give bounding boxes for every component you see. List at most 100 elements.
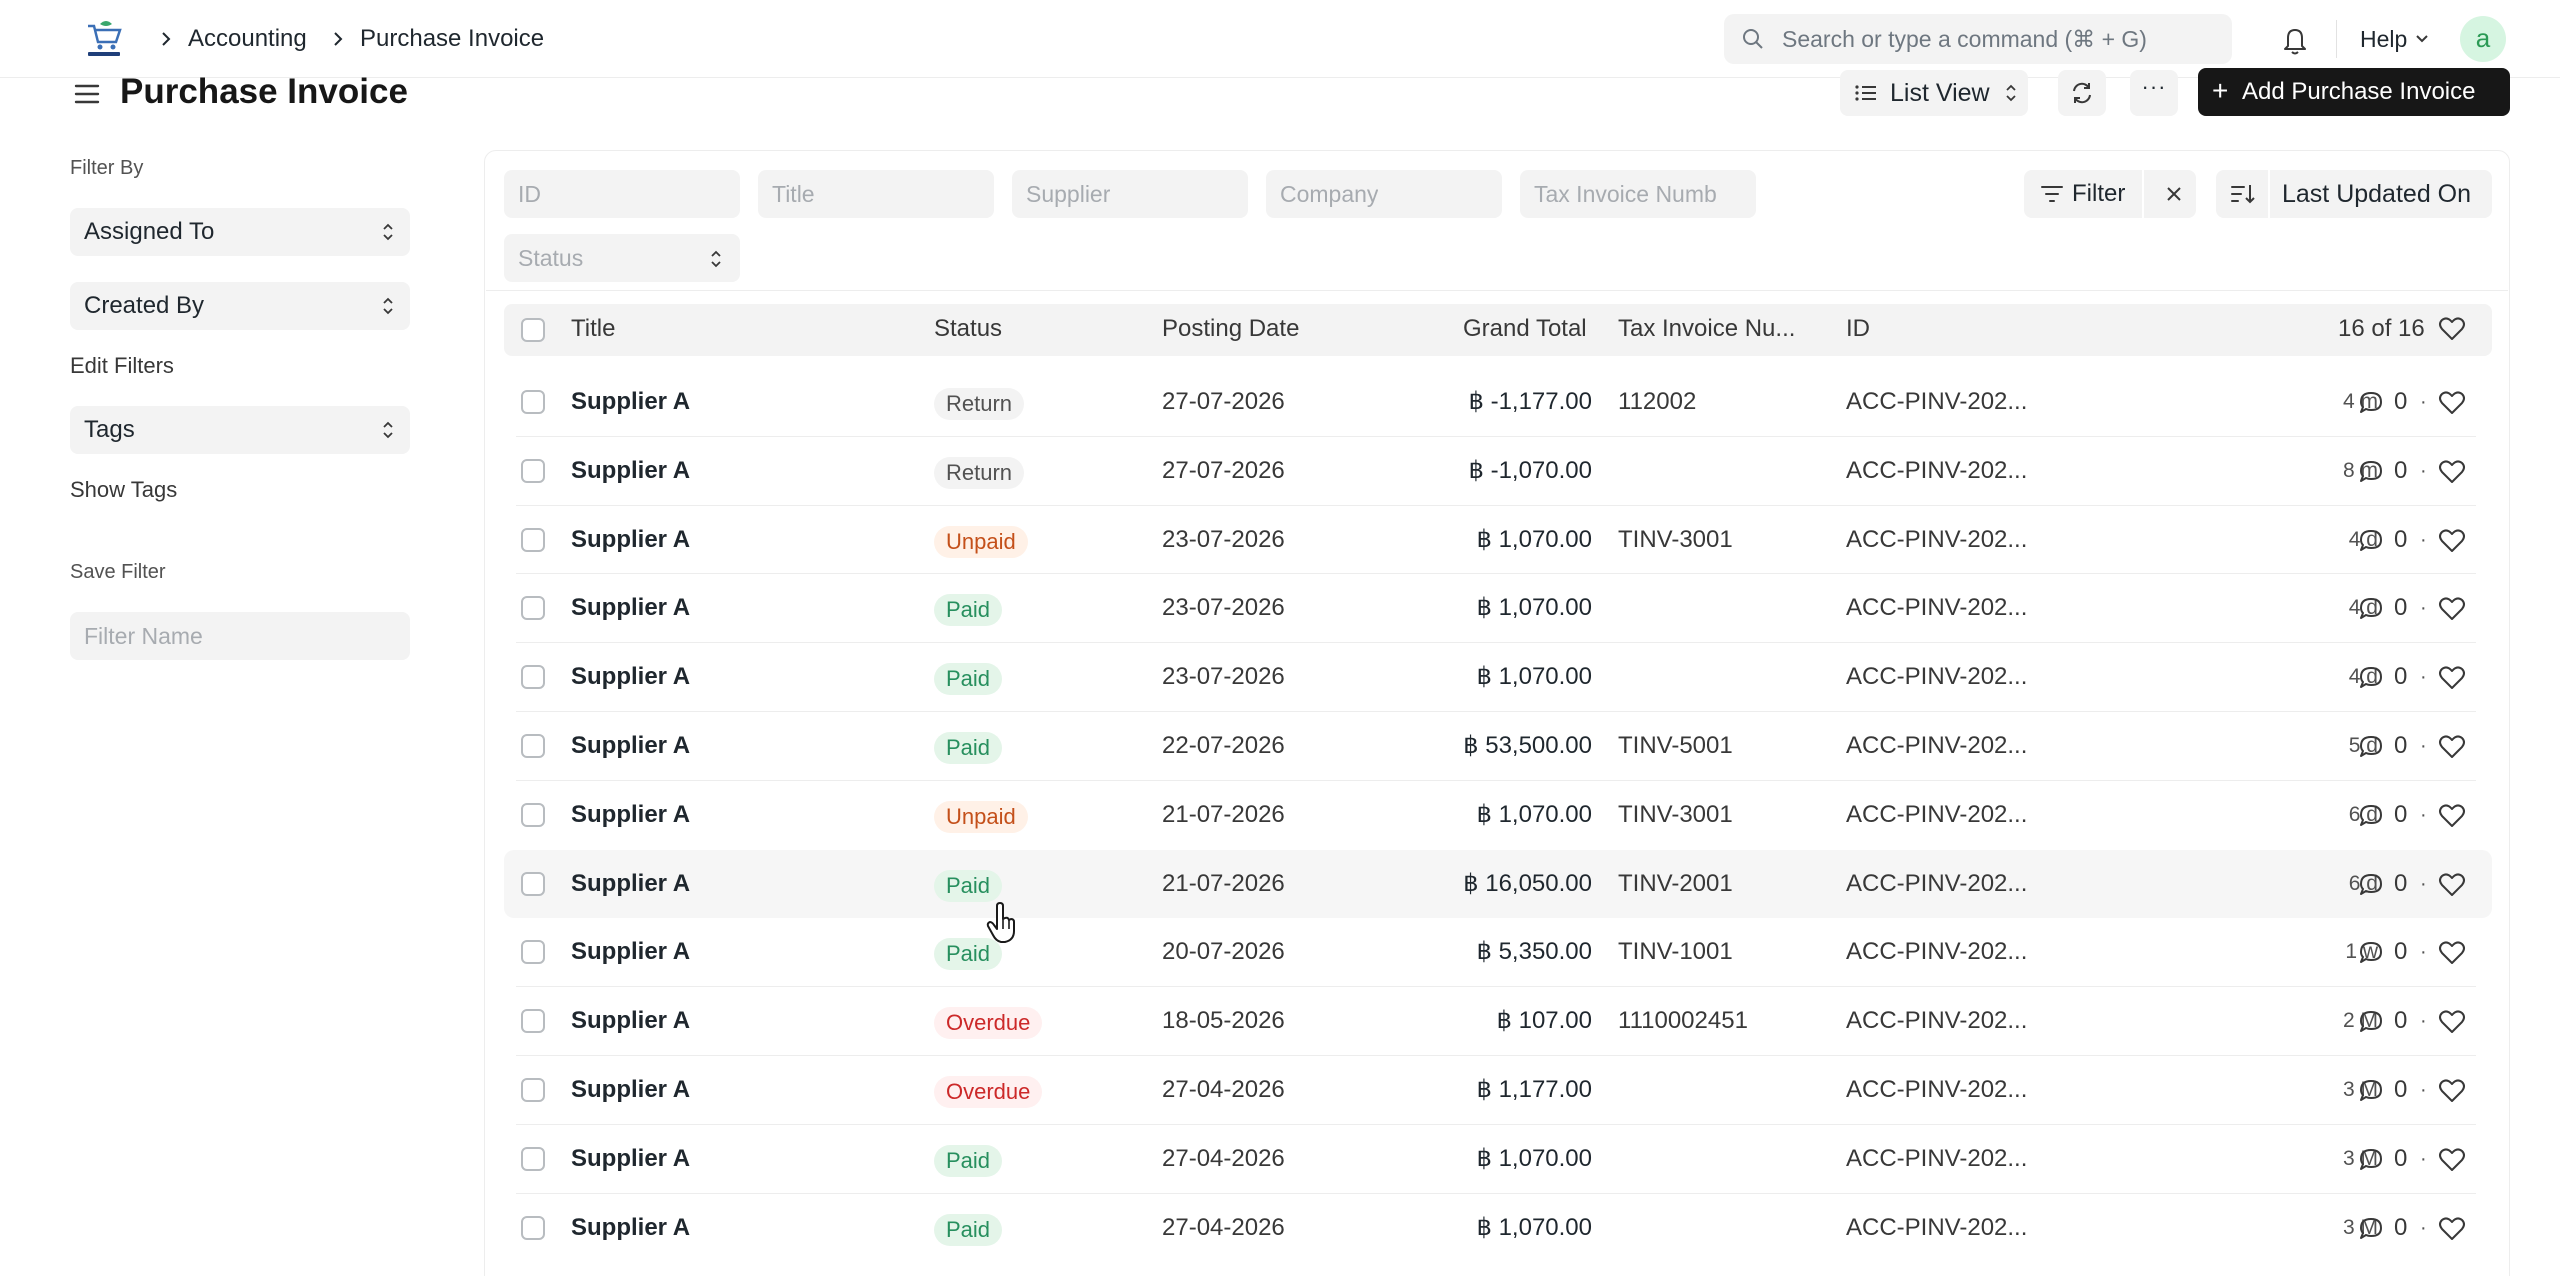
heart-icon[interactable] — [2438, 596, 2466, 622]
select-all-checkbox[interactable] — [521, 318, 545, 342]
heart-icon[interactable] — [2438, 316, 2466, 342]
more-options-button[interactable]: ··· — [2130, 70, 2178, 116]
table-row[interactable]: Supplier A Unpaid 23-07-2026 ฿ 1,070.00 TINV… — [504, 506, 2492, 574]
tax-invoice-filter-input[interactable]: Tax Invoice Numb — [1520, 170, 1756, 218]
table-row[interactable]: Supplier A Paid 27-04-2026 ฿ 1,070.00 ACC-PI… — [504, 1125, 2492, 1193]
row-title[interactable]: Supplier A — [571, 869, 690, 899]
show-tags-link[interactable]: Show Tags — [70, 476, 177, 504]
comment-icon[interactable] — [2358, 803, 2384, 829]
breadcrumb-purchase-invoice[interactable]: Purchase Invoice — [360, 24, 544, 54]
tax-invoice-filter-placeholder: Tax Invoice Numb — [1534, 181, 1717, 207]
row-tax-invoice: TINV-5001 — [1618, 732, 1733, 759]
assigned-to-select[interactable]: Assigned To — [70, 208, 410, 256]
table-row[interactable]: Supplier A Unpaid 21-07-2026 ฿ 1,070.00 TINV… — [504, 781, 2492, 849]
row-checkbox[interactable] — [521, 596, 545, 620]
row-checkbox[interactable] — [521, 1147, 545, 1171]
heart-icon[interactable] — [2438, 528, 2466, 554]
heart-icon[interactable] — [2438, 803, 2466, 829]
breadcrumb-accounting[interactable]: Accounting — [188, 24, 307, 54]
filter-button[interactable]: Filter — [2024, 170, 2196, 218]
row-title[interactable]: Supplier A — [571, 1213, 690, 1243]
edit-filters-link[interactable]: Edit Filters — [70, 352, 174, 380]
row-checkbox[interactable] — [521, 872, 545, 896]
row-title[interactable]: Supplier A — [571, 1006, 690, 1036]
row-checkbox[interactable] — [521, 734, 545, 758]
refresh-button[interactable] — [2058, 70, 2106, 116]
heart-icon[interactable] — [2438, 1009, 2466, 1035]
row-checkbox[interactable] — [521, 1216, 545, 1240]
comment-icon[interactable] — [2358, 459, 2384, 485]
row-title[interactable]: Supplier A — [571, 1144, 690, 1174]
add-purchase-invoice-button[interactable]: + Add Purchase Invoice — [2198, 68, 2510, 116]
heart-icon[interactable] — [2438, 459, 2466, 485]
row-checkbox[interactable] — [521, 940, 545, 964]
supplier-filter-input[interactable]: Supplier — [1012, 170, 1248, 218]
status-filter-select[interactable]: Status — [504, 234, 740, 282]
add-button-label: Add Purchase Invoice — [2242, 78, 2476, 105]
heart-icon[interactable] — [2438, 1078, 2466, 1104]
comment-icon[interactable] — [2358, 1216, 2384, 1242]
comment-icon[interactable] — [2358, 528, 2384, 554]
table-row[interactable]: Supplier A Return 27-07-2026 ฿ -1,177.00 112… — [504, 368, 2492, 436]
table-row[interactable]: Supplier A Overdue 27-04-2026 ฿ 1,177.00 ACC… — [504, 1056, 2492, 1124]
user-avatar[interactable]: a — [2460, 16, 2506, 62]
table-row[interactable]: Supplier A Return 27-07-2026 ฿ -1,070.00 ACC… — [504, 437, 2492, 505]
heart-icon[interactable] — [2438, 872, 2466, 898]
clear-filter-icon[interactable] — [2164, 184, 2184, 204]
row-checkbox[interactable] — [521, 803, 545, 827]
comment-icon[interactable] — [2358, 665, 2384, 691]
comment-icon[interactable] — [2358, 872, 2384, 898]
heart-icon[interactable] — [2438, 1147, 2466, 1173]
sort-button[interactable]: Last Updated On — [2216, 170, 2492, 218]
row-title[interactable]: Supplier A — [571, 593, 690, 623]
table-row[interactable]: Supplier A Paid 23-07-2026 ฿ 1,070.00 ACC-PI… — [504, 643, 2492, 711]
row-checkbox[interactable] — [521, 528, 545, 552]
heart-icon[interactable] — [2438, 940, 2466, 966]
comment-icon[interactable] — [2358, 1009, 2384, 1035]
row-title[interactable]: Supplier A — [571, 731, 690, 761]
filter-name-input[interactable]: Filter Name — [70, 612, 410, 660]
row-checkbox[interactable] — [521, 459, 545, 483]
table-row[interactable]: Supplier A Paid 21-07-2026 ฿ 16,050.00 TINV-… — [504, 850, 2492, 918]
comment-icon[interactable] — [2358, 1147, 2384, 1173]
comment-icon[interactable] — [2358, 734, 2384, 760]
list-view-selector[interactable]: List View — [1840, 70, 2028, 116]
created-by-select[interactable]: Created By — [70, 282, 410, 330]
comment-icon[interactable] — [2358, 940, 2384, 966]
row-title[interactable]: Supplier A — [571, 800, 690, 830]
row-title[interactable]: Supplier A — [571, 662, 690, 692]
sidebar-toggle-icon[interactable] — [72, 80, 102, 108]
table-row[interactable]: Supplier A Paid 23-07-2026 ฿ 1,070.00 ACC-PI… — [504, 574, 2492, 642]
row-checkbox[interactable] — [521, 1009, 545, 1033]
comment-icon[interactable] — [2358, 1078, 2384, 1104]
comment-icon[interactable] — [2358, 596, 2384, 622]
table-row[interactable]: Supplier A Paid 20-07-2026 ฿ 5,350.00 TINV-1… — [504, 918, 2492, 986]
table-row[interactable]: Supplier A Paid 27-04-2026 ฿ 1,070.00 ACC-PI… — [504, 1194, 2492, 1262]
row-title[interactable]: Supplier A — [571, 937, 690, 967]
row-checkbox[interactable] — [521, 665, 545, 689]
refresh-icon — [2073, 82, 2091, 104]
row-tax-invoice: 112002 — [1618, 388, 1697, 415]
heart-icon[interactable] — [2438, 734, 2466, 760]
id-filter-input[interactable]: ID — [504, 170, 740, 218]
table-row[interactable]: Supplier A Overdue 18-05-2026 ฿ 107.00 11100… — [504, 987, 2492, 1055]
heart-icon[interactable] — [2438, 390, 2466, 416]
heart-icon[interactable] — [2438, 665, 2466, 691]
row-title[interactable]: Supplier A — [571, 1075, 690, 1105]
company-filter-input[interactable]: Company — [1266, 170, 1502, 218]
search-bar[interactable]: Search or type a command (⌘ + G) — [1724, 14, 2232, 64]
comment-icon[interactable] — [2358, 390, 2384, 416]
row-title[interactable]: Supplier A — [571, 456, 690, 486]
title-filter-input[interactable]: Title — [758, 170, 994, 218]
table-row[interactable]: Supplier A Paid 22-07-2026 ฿ 53,500.00 TINV-… — [504, 712, 2492, 780]
app-logo[interactable] — [82, 18, 126, 60]
row-title[interactable]: Supplier A — [571, 525, 690, 555]
bell-icon[interactable] — [2280, 24, 2310, 56]
row-checkbox[interactable] — [521, 1078, 545, 1102]
help-menu[interactable]: Help — [2360, 24, 2407, 54]
sort-icon[interactable] — [2230, 182, 2256, 206]
row-title[interactable]: Supplier A — [571, 387, 690, 417]
row-checkbox[interactable] — [521, 390, 545, 414]
heart-icon[interactable] — [2438, 1216, 2466, 1242]
tags-select[interactable]: Tags — [70, 406, 410, 454]
